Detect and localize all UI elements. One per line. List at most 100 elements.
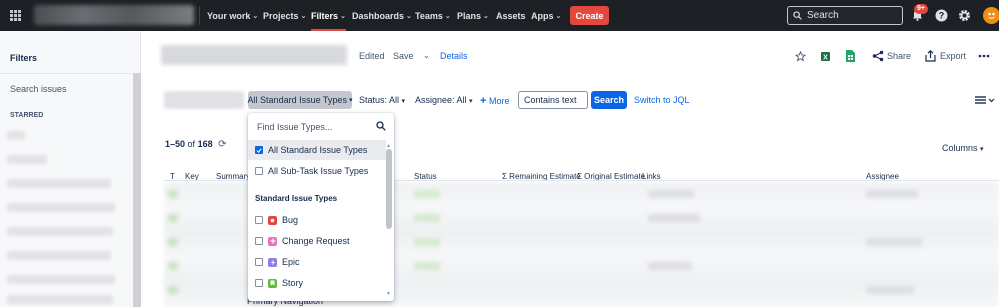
option-story[interactable]: Story — [248, 273, 386, 293]
refresh-icon[interactable]: ⟳ — [218, 139, 226, 150]
nav-assets[interactable]: Assets — [496, 0, 526, 31]
sidebar-starred-item[interactable] — [7, 275, 115, 284]
layout-list-view-icon[interactable] — [974, 94, 996, 106]
edited-label: Edited — [359, 51, 385, 61]
chevron-down-icon: ▾ — [469, 98, 473, 105]
export-icon[interactable] — [922, 48, 938, 64]
nav-projects[interactable]: Projects ⌄ — [263, 0, 306, 31]
issue-type-dropdown: Find Issue Types... All Standard Issue T… — [248, 113, 394, 301]
scroll-down-icon[interactable]: ▼ — [386, 291, 391, 297]
story-icon — [268, 278, 277, 288]
product-logo[interactable] — [34, 5, 194, 25]
settings-gear-icon[interactable] — [955, 6, 973, 24]
find-issue-types-input[interactable]: Find Issue Types... — [257, 122, 332, 132]
option-all-standard-issue-types[interactable]: All Standard Issue Types — [248, 140, 386, 160]
sidebar-starred-item[interactable] — [7, 203, 115, 212]
chevron-down-icon: ▾ — [401, 98, 406, 105]
excel-export-icon[interactable]: X — [817, 48, 833, 64]
nav-dashboards[interactable]: Dashboards ⌄ — [352, 0, 412, 31]
nav-apps[interactable]: Apps ⌄ — [531, 0, 561, 31]
checkbox-icon[interactable] — [255, 279, 263, 287]
option-change-request[interactable]: Change Request — [248, 231, 386, 251]
switch-to-jql-link[interactable]: Switch to JQL — [634, 95, 690, 105]
project-filter[interactable] — [164, 91, 244, 109]
table-row[interactable] — [168, 214, 178, 222]
result-count: 1–50 of 168 ⟳ — [165, 139, 227, 150]
search-button[interactable]: Search — [591, 91, 627, 109]
export-button[interactable]: Export — [940, 51, 966, 61]
sidebar-title: Filters — [10, 53, 38, 63]
share-button[interactable]: Share — [887, 51, 911, 61]
google-sheets-icon[interactable] — [842, 48, 858, 64]
table-row[interactable] — [866, 286, 914, 294]
details-link[interactable]: Details — [440, 51, 468, 61]
option-bug[interactable]: Bug — [248, 210, 386, 230]
status-filter[interactable]: Status: All ▾ — [359, 95, 405, 105]
table-row[interactable] — [648, 214, 700, 222]
sidebar-starred-item[interactable] — [7, 155, 47, 164]
table-row[interactable] — [168, 286, 178, 294]
dropdown-scrollbar[interactable] — [386, 149, 392, 229]
nav-plans[interactable]: Plans ⌄ — [457, 0, 489, 31]
checkbox-icon[interactable] — [255, 237, 263, 245]
nav-teams[interactable]: Teams ⌄ — [415, 0, 451, 31]
app-switcher-icon[interactable] — [0, 0, 31, 31]
save-button[interactable]: Save — [393, 51, 414, 61]
option-epic[interactable]: Epic — [248, 252, 386, 272]
table-row[interactable] — [168, 238, 178, 246]
table-row[interactable] — [414, 214, 440, 222]
sidebar-starred-item[interactable] — [7, 227, 113, 236]
create-button[interactable]: Create — [570, 6, 609, 25]
nav-filters[interactable]: Filters ⌄ — [311, 0, 346, 31]
share-icon[interactable] — [870, 48, 886, 64]
sidebar-divider — [0, 73, 132, 74]
checkbox-icon[interactable] — [255, 258, 263, 266]
sidebar-starred-item[interactable] — [7, 251, 111, 260]
epic-icon — [268, 257, 277, 267]
columns-button[interactable]: Columns ▾ — [942, 143, 984, 153]
checkbox-icon[interactable] — [255, 167, 263, 175]
sidebar-item-search-issues[interactable]: Search issues — [10, 84, 67, 94]
more-actions-icon[interactable] — [976, 48, 992, 64]
table-row[interactable] — [648, 262, 692, 270]
table-row[interactable] — [866, 238, 922, 246]
chevron-down-icon: ⌄ — [444, 12, 451, 20]
star-icon[interactable] — [792, 48, 808, 64]
notification-badge: 9+ — [914, 4, 928, 14]
top-navigation: Your work ⌄ Projects ⌄ Filters ⌄ Dashboards… — [0, 0, 999, 31]
table-row[interactable] — [168, 190, 178, 198]
svg-text:X: X — [823, 54, 828, 61]
table-row[interactable] — [648, 190, 694, 198]
table-row[interactable] — [414, 238, 440, 246]
sidebar-scrollbar[interactable] — [133, 73, 141, 307]
nav-divider — [199, 6, 200, 25]
help-icon[interactable]: ? — [932, 6, 950, 24]
chevron-down-icon: ⌄ — [406, 12, 412, 20]
issue-type-filter[interactable]: All Standard Issue Types ▾ — [248, 91, 352, 109]
option-all-subtask-issue-types[interactable]: All Sub-Task Issue Types — [248, 161, 386, 181]
chevron-down-icon: ▾ — [980, 146, 984, 153]
contains-text-input[interactable]: Contains text — [518, 91, 588, 109]
table-row[interactable] — [168, 262, 178, 270]
change-request-icon — [268, 236, 277, 246]
chevron-down-icon: ⌄ — [252, 12, 259, 20]
sidebar-starred-item[interactable] — [7, 131, 25, 140]
table-row[interactable] — [414, 262, 440, 270]
more-filters-button[interactable]: + More — [480, 95, 509, 107]
search-icon — [376, 121, 386, 134]
svg-text:?: ? — [938, 10, 944, 20]
save-options-chevron-icon[interactable]: ⌄ — [423, 51, 430, 60]
nav-your-work[interactable]: Your work ⌄ — [207, 0, 258, 31]
assignee-filter[interactable]: Assignee: All ▾ — [415, 95, 473, 105]
table-row[interactable] — [866, 190, 918, 198]
sidebar-starred-item[interactable] — [7, 179, 111, 188]
plus-icon: + — [480, 95, 487, 107]
checkbox-icon[interactable] — [255, 216, 263, 224]
user-avatar[interactable] — [983, 7, 999, 24]
chevron-down-icon: ▾ — [348, 97, 353, 104]
global-search-input[interactable]: Search — [787, 6, 903, 25]
sidebar-starred-item[interactable] — [7, 295, 113, 304]
table-row[interactable] — [414, 190, 440, 198]
checkbox-checked-icon[interactable] — [255, 146, 263, 154]
chevron-down-icon: ⌄ — [555, 12, 562, 20]
